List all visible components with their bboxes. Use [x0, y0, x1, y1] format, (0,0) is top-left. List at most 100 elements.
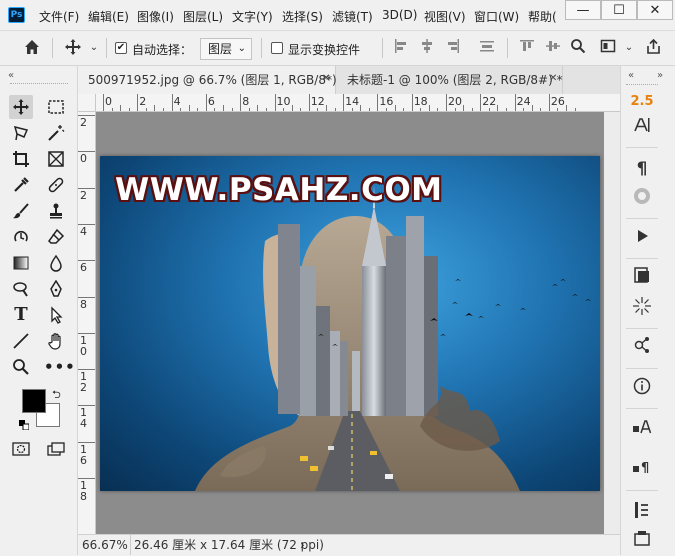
home-icon[interactable] [20, 38, 44, 58]
tab-document-1[interactable]: 500971952.jpg @ 66.7% (图层 1, RGB/8*) * [78, 66, 346, 94]
character-style-icon[interactable] [628, 418, 656, 444]
status-menu-arrow[interactable]: › [300, 535, 305, 555]
timeline-icon[interactable] [628, 500, 656, 526]
ruler-tick [78, 369, 95, 371]
swap-colors-icon[interactable]: ⮌ [52, 386, 61, 405]
menu-help[interactable]: 帮助( [528, 8, 558, 25]
menu-filter[interactable]: 滤镜(T) [332, 8, 373, 25]
collapse-arrows-icon[interactable]: « [8, 70, 14, 81]
menu-window[interactable]: 窗口(W) [474, 8, 519, 25]
info-icon[interactable] [628, 377, 656, 403]
ruler-tick [231, 108, 233, 111]
auto-select-checkbox[interactable]: ✔ [115, 42, 127, 54]
workspace-icon[interactable] [598, 38, 618, 58]
lasso-tool[interactable] [9, 121, 33, 145]
move-tool[interactable] [9, 95, 33, 119]
search-icon[interactable] [568, 38, 588, 58]
expand-arrows-icon[interactable]: » [657, 70, 663, 81]
ruler-tick [128, 108, 130, 111]
pen-tool[interactable] [44, 277, 68, 301]
chevron-down-icon[interactable]: ⌄ [623, 38, 635, 58]
gradient-tool[interactable] [9, 251, 33, 275]
building [330, 331, 340, 416]
align-right-icon[interactable] [443, 38, 463, 58]
menu-file[interactable]: 文件(F) [39, 8, 79, 25]
actions-play-icon[interactable] [628, 226, 656, 252]
frame-tool[interactable] [44, 147, 68, 171]
eraser-tool[interactable] [44, 225, 68, 249]
character-size-value[interactable]: 2.5 [628, 89, 656, 115]
quick-mask-icon[interactable] [9, 437, 33, 461]
healing-brush-tool[interactable] [44, 173, 68, 197]
eyedropper-tool[interactable] [9, 173, 33, 197]
maximize-button[interactable]: ☐ [601, 0, 637, 20]
building [278, 224, 300, 414]
magic-wand-tool[interactable] [44, 121, 68, 145]
menu-3d[interactable]: 3D(D) [382, 8, 417, 22]
line-tool[interactable] [9, 329, 33, 353]
align-top-icon[interactable] [517, 38, 537, 58]
type-tool[interactable]: T [9, 303, 33, 327]
share-icon[interactable] [642, 38, 664, 58]
move-tool-icon[interactable] [62, 38, 84, 58]
paragraph-style-icon[interactable]: ¶ [628, 458, 656, 484]
ruler-tick [137, 94, 139, 111]
show-transform-checkbox[interactable] [271, 42, 283, 54]
document-canvas[interactable]: WWW.PSAHZ.COM [100, 156, 600, 491]
share-connections-icon[interactable] [628, 336, 656, 362]
zoom-level[interactable]: 66.67% [82, 535, 128, 555]
close-icon[interactable]: ✕ [322, 73, 330, 84]
history-brush-tool[interactable] [9, 225, 33, 249]
menu-layer[interactable]: 图层(L) [183, 8, 223, 25]
tool-presets-icon[interactable] [628, 530, 656, 556]
menu-edit[interactable]: 编辑(E) [88, 8, 129, 25]
menu-image[interactable]: 图像(I) [137, 8, 174, 25]
ruler-label: 12 [310, 95, 325, 108]
menu-select[interactable]: 选择(S) [282, 8, 323, 25]
auto-select-target-dropdown[interactable]: 图层 ⌄ [200, 38, 252, 60]
building [386, 236, 406, 416]
foreground-color-swatch[interactable] [22, 389, 46, 413]
path-selection-tool[interactable] [44, 303, 68, 327]
brush-tool[interactable] [9, 199, 33, 223]
ruler-tick [394, 105, 396, 111]
glyphs-icon[interactable] [628, 186, 656, 212]
tab-document-2[interactable]: 未标题-1 @ 100% (图层 2, RGB/8#) * [337, 66, 563, 94]
dodge-tool[interactable] [9, 277, 33, 301]
history-panel-icon[interactable] [628, 266, 656, 292]
menu-view[interactable]: 视图(V) [424, 8, 466, 25]
more-tools-icon[interactable]: ••• [44, 355, 75, 379]
align-middle-icon[interactable] [543, 38, 563, 58]
menu-type[interactable]: 文字(Y) [232, 8, 273, 25]
zoom-tool[interactable] [9, 355, 33, 379]
character-panel-icon[interactable] [628, 116, 656, 142]
screen-mode-icon[interactable] [44, 437, 68, 461]
ruler-tick [317, 108, 319, 111]
align-left-icon[interactable] [391, 38, 411, 58]
car [385, 474, 393, 479]
ruler-tick [154, 105, 156, 111]
panel-grip[interactable] [626, 84, 658, 85]
default-colors-icon[interactable] [19, 419, 30, 431]
separator [626, 368, 658, 369]
distribute-icon[interactable] [477, 38, 497, 58]
align-center-icon[interactable] [417, 38, 437, 58]
ruler-label: 2 [80, 116, 87, 129]
paragraph-panel-icon[interactable]: ¶ [628, 156, 656, 182]
collapse-arrows-icon[interactable]: « [628, 70, 634, 81]
vertical-scrollbar[interactable] [604, 112, 620, 534]
close-button[interactable]: ✕ [637, 0, 673, 20]
ruler-label: 14 [80, 406, 87, 431]
chevron-down-icon[interactable]: ⌄ [88, 38, 100, 58]
tools-grip[interactable] [10, 83, 68, 86]
building [406, 216, 424, 416]
crop-tool[interactable] [9, 147, 33, 171]
marquee-tool[interactable] [44, 95, 68, 119]
minimize-button[interactable]: — [565, 0, 601, 20]
ruler-tick [531, 105, 533, 111]
stamp-tool[interactable] [44, 199, 68, 223]
hand-tool[interactable] [44, 329, 68, 353]
close-icon[interactable]: ✕ [549, 73, 557, 84]
blur-tool[interactable] [44, 251, 68, 275]
brush-settings-icon[interactable] [628, 296, 656, 322]
